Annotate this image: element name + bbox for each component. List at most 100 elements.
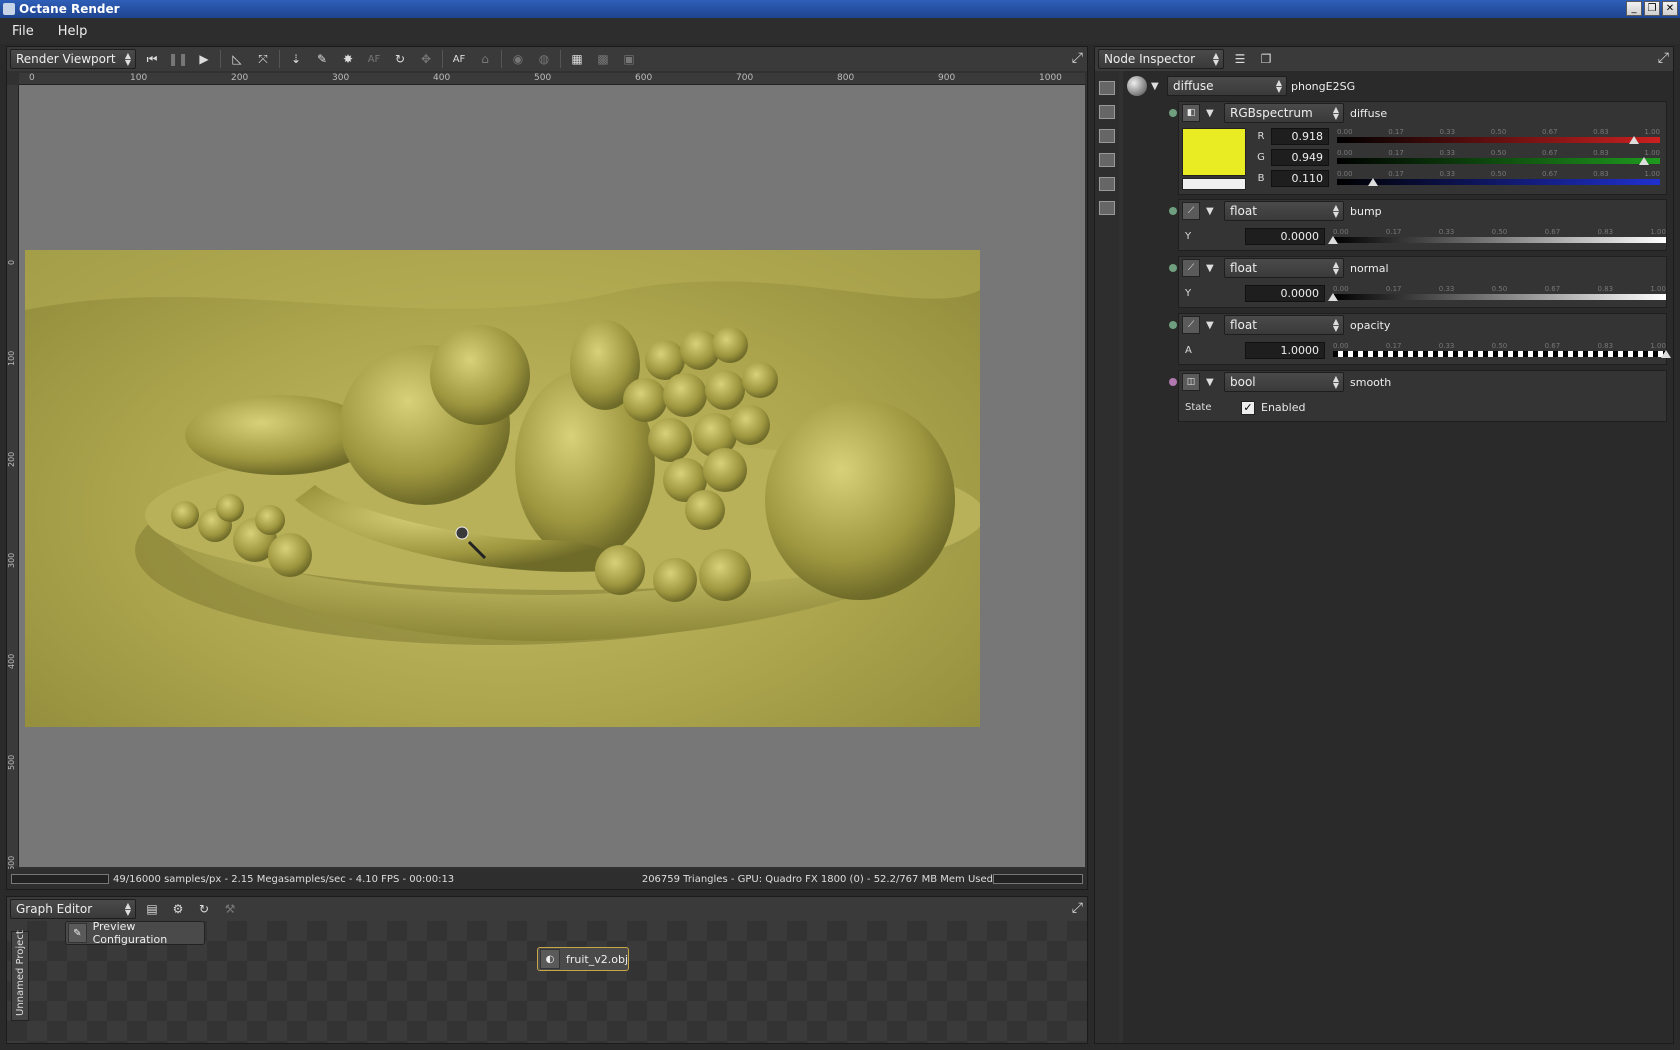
node-graph-canvas[interactable]: Unnamed Project ✎ Preview Configuration …	[7, 920, 1087, 1043]
region-render-icon[interactable]: ▦	[567, 49, 587, 69]
param-value-field[interactable]: 1.0000	[1245, 342, 1325, 359]
maximize-icon[interactable]: ⤢	[1072, 900, 1083, 916]
minimize-button[interactable]: _	[1626, 1, 1642, 16]
image-icon[interactable]	[1099, 177, 1115, 191]
slider-tick-label: 0.17	[1385, 227, 1402, 236]
enabled-checkbox[interactable]: ✓	[1241, 400, 1255, 415]
ruler-tick-label: 200	[231, 73, 249, 83]
value-slider[interactable]: 0.00 0.17 0.33 0.50 0.67 0.83 1.00	[1337, 170, 1660, 188]
slider-handle[interactable]	[1661, 349, 1671, 358]
pin-type-label: float	[1230, 204, 1257, 218]
pin-connector-icon[interactable]	[1169, 378, 1177, 386]
expand-icon[interactable]: ❐	[1256, 49, 1276, 69]
slider-bar	[1337, 178, 1660, 185]
value-slider[interactable]: 0.00 0.17 0.33 0.50 0.67 0.83 1.00	[1337, 149, 1660, 167]
slider-handle[interactable]	[1638, 156, 1649, 165]
pick-white-balance-icon[interactable]: ✸	[338, 49, 358, 69]
collapse-icon[interactable]: ☰	[1230, 49, 1250, 69]
af-icon[interactable]: AF	[449, 49, 469, 69]
project-tab[interactable]: Unnamed Project	[11, 930, 29, 1021]
restart-icon[interactable]: ⏮	[142, 49, 162, 69]
channel-value-field[interactable]: 0.949	[1271, 149, 1329, 166]
menu-file[interactable]: File	[0, 24, 46, 39]
collapse-triangle-icon[interactable]: ▼	[1206, 206, 1218, 217]
material-type-selector[interactable]: diffuse ▲ ▼	[1167, 76, 1287, 96]
collapse-triangle-icon[interactable]: ▼	[1206, 377, 1218, 388]
mesh-node[interactable]: ◐ fruit_v2.obj	[537, 947, 629, 971]
collapse-triangle-icon[interactable]: ▼	[1206, 108, 1218, 119]
color-swatch[interactable]	[1182, 128, 1246, 190]
preview-configuration-node[interactable]: ✎ Preview Configuration	[65, 920, 205, 946]
maximize-icon[interactable]: ⤢	[1658, 50, 1669, 66]
pin-type-selector[interactable]: RGBspectrum ▲ ▼	[1224, 103, 1344, 123]
channel-value-field[interactable]: 0.110	[1271, 170, 1329, 187]
value-slider[interactable]: 0.00 0.17 0.33 0.50 0.67 0.83 1.00	[1328, 284, 1666, 303]
slider-handle[interactable]	[1628, 135, 1639, 144]
pick-material-icon[interactable]: ✎	[312, 49, 332, 69]
pause-icon[interactable]: ❚❚	[168, 49, 188, 69]
inspector-selector[interactable]: Node Inspector ▲ ▼	[1098, 49, 1224, 69]
pin-connector-icon[interactable]	[1169, 109, 1177, 117]
slider-tick-label: 1.00	[1644, 127, 1660, 136]
value-slider[interactable]: 0.00 0.17 0.33 0.50 0.67 0.83 1.00	[1337, 128, 1660, 146]
pin-connector-icon[interactable]	[1169, 207, 1177, 215]
material-icon[interactable]	[1099, 153, 1115, 167]
slider-tick-label: 0.50	[1491, 227, 1508, 236]
param-value-field[interactable]: 0.0000	[1245, 228, 1325, 245]
collapse-triangle-icon[interactable]: ▼	[1206, 263, 1218, 274]
collapse-triangle-icon[interactable]: ▼	[1206, 320, 1218, 331]
camera-settings-icon[interactable]	[1099, 105, 1115, 119]
load-icon[interactable]: ▤	[142, 899, 162, 919]
camera-icon[interactable]: ◺	[227, 49, 247, 69]
restore-button[interactable]: ❐	[1644, 1, 1660, 16]
slider-tick-label: 0.00	[1333, 227, 1349, 236]
environment-icon[interactable]	[1099, 129, 1115, 143]
channel-value-field[interactable]: 0.918	[1271, 128, 1329, 145]
pin-type-selector[interactable]: bool ▲ ▼	[1224, 372, 1344, 392]
slider-handle[interactable]	[1328, 292, 1338, 301]
slider-handle[interactable]	[1328, 235, 1338, 244]
settings-icon[interactable]: ⚒	[220, 899, 240, 919]
texture-icon[interactable]	[1099, 201, 1115, 215]
graph-editor-selector[interactable]: Graph Editor ▲ ▼	[10, 899, 136, 919]
lock-icon[interactable]: ⌂	[475, 49, 495, 69]
render-viewport[interactable]	[19, 85, 1085, 867]
maximize-icon[interactable]: ⤢	[1072, 50, 1083, 66]
slider-tick-label: 0.67	[1541, 169, 1558, 178]
add-mesh-icon[interactable]: ⚙	[168, 899, 188, 919]
play-icon[interactable]: ▶	[194, 49, 214, 69]
inspector-selector-label: Node Inspector	[1104, 52, 1196, 66]
auto-focus-icon[interactable]: AF	[364, 49, 384, 69]
slider-tick-label: 0.33	[1438, 284, 1455, 293]
value-slider[interactable]: 0.00 0.17 0.33 0.50 0.67 0.83 1.00	[1333, 342, 1671, 360]
menu-help[interactable]: Help	[46, 24, 100, 39]
slider-tick-label: 0.50	[1491, 284, 1508, 293]
inspector-toolbar: Node Inspector ▲ ▼ ☰ ❐ ⤢	[1095, 47, 1673, 71]
channel-label: B	[1257, 173, 1265, 184]
pin-type-selector[interactable]: float ▲ ▼	[1224, 258, 1344, 278]
pin-type-selector[interactable]: float ▲ ▼	[1224, 315, 1344, 335]
collapse-triangle-icon[interactable]: ▼	[1151, 81, 1163, 92]
film-region-icon[interactable]: ▩	[593, 49, 613, 69]
scene-icon[interactable]	[1099, 81, 1115, 95]
slider-handle[interactable]	[1367, 177, 1378, 186]
pin-connector-icon[interactable]	[1169, 321, 1177, 329]
zoom-fit-icon[interactable]: ⤧	[253, 49, 273, 69]
pin-type-selector[interactable]: float ▲ ▼	[1224, 201, 1344, 221]
viewport-selector[interactable]: Render Viewport ▲ ▼	[10, 49, 136, 69]
param-value-field[interactable]: 0.0000	[1245, 285, 1325, 302]
value-slider[interactable]: 0.00 0.17 0.33 0.50 0.67 0.83 1.00	[1328, 227, 1666, 246]
graph-editor-selector-label: Graph Editor	[16, 902, 93, 916]
rotate-icon[interactable]: ↻	[390, 49, 410, 69]
pan-icon[interactable]: ✥	[416, 49, 436, 69]
render-image[interactable]	[25, 250, 980, 727]
reload-icon[interactable]: ↻	[194, 899, 214, 919]
slider-tick-label: 1.00	[1644, 169, 1660, 178]
pin-connector-icon[interactable]	[1169, 264, 1177, 272]
alpha-icon[interactable]: ▣	[619, 49, 639, 69]
close-button[interactable]: ✕	[1662, 1, 1678, 16]
slider-bar	[1333, 293, 1666, 300]
pick-focus-icon[interactable]: ⇣	[286, 49, 306, 69]
subsample-icon[interactable]: ◍	[534, 49, 554, 69]
clay-mode-icon[interactable]: ◉	[508, 49, 528, 69]
